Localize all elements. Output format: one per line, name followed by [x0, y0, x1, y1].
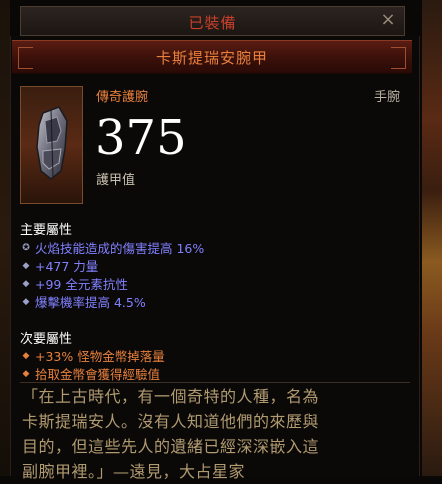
background-left-edge — [0, 0, 10, 476]
diamond-bullet-icon: ◆ — [22, 260, 30, 271]
primary-attributes-heading: 主要屬性 — [20, 223, 73, 238]
secondary-attributes-heading: 次要屬性 — [20, 332, 73, 347]
armor-value: 375 — [95, 110, 187, 166]
armor-label: 護甲值 — [96, 173, 136, 188]
lore-line: 卡斯提瑞安人。沒有人知道他們的來歷與 — [22, 412, 320, 431]
lore-divider — [20, 382, 410, 383]
item-name-bar: 卡斯提瑞安腕甲 — [12, 40, 412, 74]
item-slot: 手腕 — [373, 90, 400, 105]
primary-affix: ◆ +477 力量 — [20, 256, 99, 275]
bracer-icon — [36, 106, 68, 180]
diamond-bullet-icon: ◆ — [22, 278, 30, 289]
equipped-title: 已裝備 — [188, 14, 237, 32]
equipped-header-bar: 已裝備 × — [20, 6, 405, 36]
lore-line: 目的，但這些先人的遺緒已經深深嵌入這 — [22, 437, 320, 456]
close-icon[interactable]: × — [378, 9, 398, 30]
item-icon-frame — [20, 86, 83, 204]
item-rarity-type: 傳奇護腕 — [96, 90, 149, 105]
background-game-scene — [422, 0, 442, 476]
diamond-bullet-icon: ◆ — [22, 368, 30, 379]
diamond-bullet-icon: ◆ — [22, 350, 30, 361]
item-name: 卡斯提瑞安腕甲 — [155, 49, 268, 67]
secondary-affix: ◆ +33% 怪物金幣掉落量 — [20, 346, 165, 365]
diamond-bullet-icon: ◆ — [22, 296, 30, 307]
lore-line: 「在上古時代，有一個奇特的人種，名為 — [22, 387, 320, 406]
primary-affix: ◆ +99 全元素抗性 — [20, 274, 128, 293]
lore-text: 「在上古時代，有一個奇特的人種，名為 卡斯提瑞安人。沒有人知道他們的來歷與 目的… — [22, 384, 406, 484]
lore-line: 副腕甲裡。」—遠見，大占星家 — [22, 462, 246, 481]
secondary-affix: ◆ 拾取金幣會獲得經驗值 — [20, 364, 160, 383]
primary-affix: ◆ 爆擊機率提高 4.5% — [20, 292, 146, 311]
socket-swirl-icon: ✪ — [22, 242, 30, 253]
primary-affix: ✪ 火焰技能造成的傷害提高 16% — [20, 238, 204, 257]
